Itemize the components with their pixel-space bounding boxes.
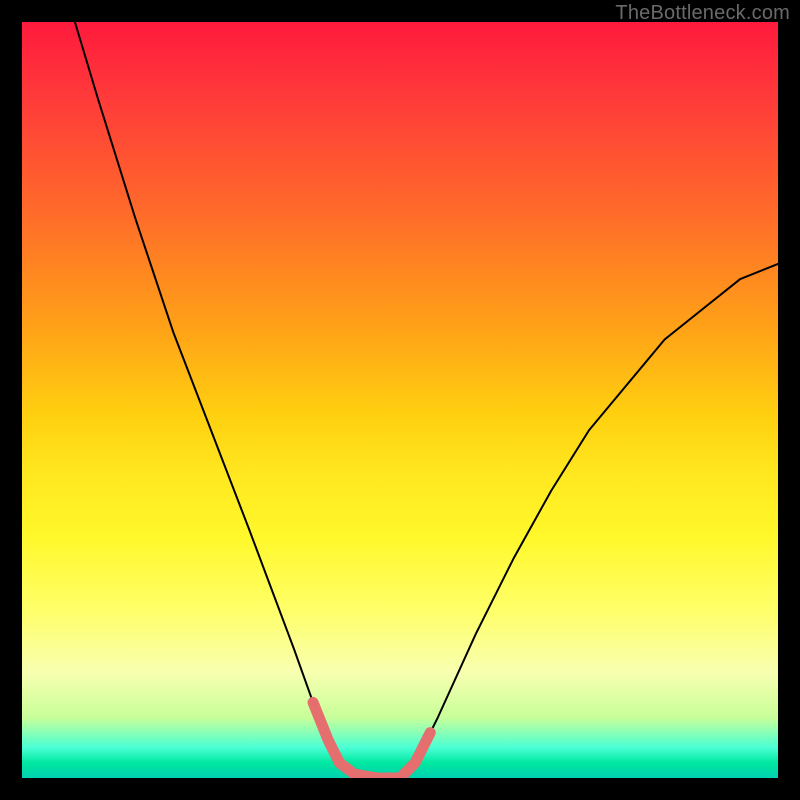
- bottleneck-curve-path: [75, 22, 778, 778]
- highlight-segment-path: [313, 702, 430, 778]
- bottleneck-curve-group: [75, 22, 778, 778]
- watermark-text: TheBottleneck.com: [615, 2, 790, 25]
- chart-frame: TheBottleneck.com: [0, 0, 800, 800]
- highlight-segment-group: [313, 702, 430, 778]
- chart-svg: [22, 22, 778, 778]
- plot-area: [22, 22, 778, 778]
